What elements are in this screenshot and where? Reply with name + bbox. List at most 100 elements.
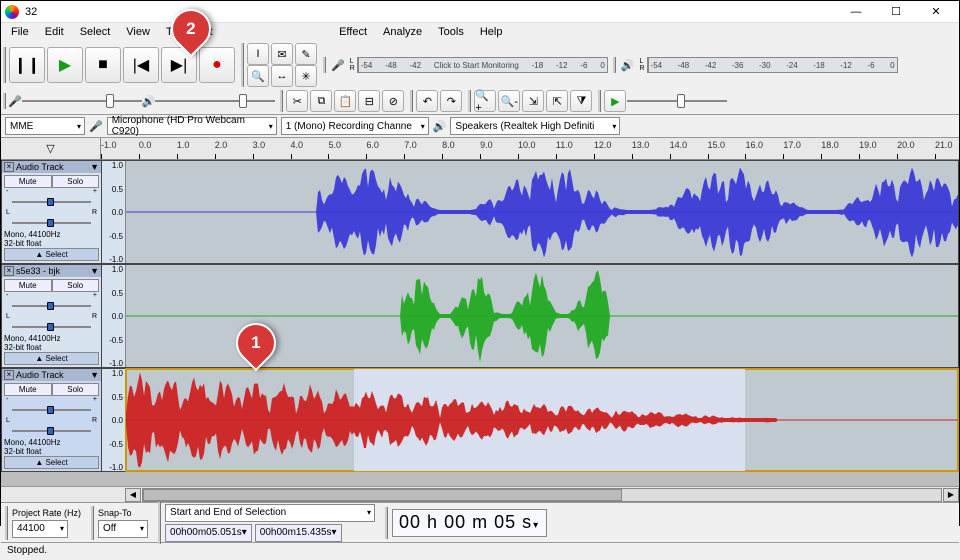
fit-project-button[interactable]: ⇱: [546, 90, 568, 112]
track-close-button[interactable]: ×: [4, 370, 14, 380]
vertical-scale[interactable]: 1.00.50.0-0.5-1.0: [102, 265, 126, 367]
waveform[interactable]: [126, 161, 958, 263]
paste-button[interactable]: 📋: [334, 90, 356, 112]
pan-slider[interactable]: [4, 323, 99, 331]
track-menu-dropdown-icon[interactable]: ▼: [90, 266, 99, 276]
trim-button[interactable]: ⊟: [358, 90, 380, 112]
record-button[interactable]: ●: [199, 47, 235, 83]
project-rate-group: Project Rate (Hz) 44100: [5, 506, 85, 540]
menu-help[interactable]: Help: [472, 24, 511, 40]
snap-to-group: Snap-To Off: [91, 506, 152, 540]
gain-slider[interactable]: [4, 406, 99, 414]
scroll-track[interactable]: [142, 488, 942, 502]
undo-button[interactable]: ↶: [416, 90, 438, 112]
menu-tools[interactable]: Tools: [430, 24, 472, 40]
selection-end-time[interactable]: 00h00m15.435s▾: [255, 524, 342, 542]
timeline-pin[interactable]: ▽: [1, 138, 101, 159]
timeline-tick: 16.0: [745, 140, 763, 150]
maximize-button[interactable]: ☐: [877, 2, 915, 22]
audio-position-time[interactable]: 00 h 00 m 05 s▾: [392, 509, 547, 537]
menu-view[interactable]: View: [118, 24, 158, 40]
playback-volume-slider[interactable]: [155, 93, 275, 109]
selection-toolbar: Project Rate (Hz) 44100 Snap-To Off Star…: [1, 502, 959, 542]
recording-channels-combo[interactable]: 1 (Mono) Recording Channe: [281, 117, 429, 135]
snap-to-combo[interactable]: Off: [98, 520, 148, 538]
draw-tool[interactable]: ✎: [295, 43, 317, 65]
track-select-button[interactable]: ▲ Select: [4, 456, 99, 469]
cut-button[interactable]: ✂: [286, 90, 308, 112]
solo-button[interactable]: Solo: [52, 383, 100, 396]
combo-value: Start and End of Selection: [170, 507, 286, 518]
fit-selection-button[interactable]: ⇲: [522, 90, 544, 112]
timeline[interactable]: ▽ -1.00.01.02.03.04.05.06.07.08.09.010.0…: [1, 138, 959, 160]
audio-host-combo[interactable]: MME: [5, 117, 85, 135]
menu-effect[interactable]: Effect: [331, 24, 375, 40]
zoom-toggle-button[interactable]: ⧩: [570, 90, 592, 112]
timeshift-tool[interactable]: ↔: [271, 65, 293, 87]
track-menu-dropdown-icon[interactable]: ▼: [90, 370, 99, 380]
track-close-button[interactable]: ×: [4, 266, 14, 276]
track-control-panel[interactable]: ×s5e33 - bjk▼MuteSolo-+LRMono, 44100Hz 3…: [2, 265, 102, 367]
envelope-tool[interactable]: ✉: [271, 43, 293, 65]
recording-device-combo[interactable]: Microphone (HD Pro Webcam C920): [107, 117, 277, 135]
selection-tool[interactable]: I: [247, 43, 269, 65]
play-button[interactable]: ▶: [47, 47, 83, 83]
playback-speed-slider[interactable]: [627, 93, 727, 109]
multi-tool[interactable]: ✳: [295, 65, 317, 87]
solo-button[interactable]: Solo: [52, 175, 100, 188]
timeline-tick: 7.0: [404, 140, 417, 150]
scroll-right-button[interactable]: ▶: [943, 488, 959, 502]
track-select-button[interactable]: ▲ Select: [4, 352, 99, 365]
recording-meter[interactable]: -54 -48 -42 Click to Start Monitoring -1…: [358, 57, 608, 73]
vertical-scale[interactable]: 1.00.50.0-0.5-1.0: [102, 161, 126, 263]
track-close-button[interactable]: ×: [4, 162, 14, 172]
close-button[interactable]: ✕: [917, 2, 955, 22]
zoom-out-button[interactable]: 🔍-: [498, 90, 520, 112]
timeline-tick: 10.0: [518, 140, 536, 150]
project-rate-combo[interactable]: 44100: [12, 520, 68, 538]
zoom-in-button[interactable]: 🔍+: [474, 90, 496, 112]
mute-button[interactable]: Mute: [4, 279, 52, 292]
stop-button[interactable]: ■: [85, 47, 121, 83]
playback-meter[interactable]: -54 -48 -42 -36 -30 -24 -18 -12 -6 0: [648, 57, 898, 73]
pause-button[interactable]: ❙❙: [9, 47, 45, 83]
solo-button[interactable]: Solo: [52, 279, 100, 292]
play-at-speed-button[interactable]: ▶: [604, 90, 626, 112]
audio-position-group: 00 h 00 m 05 s▾: [385, 507, 551, 539]
scroll-thumb[interactable]: [143, 489, 622, 501]
mute-button[interactable]: Mute: [4, 175, 52, 188]
pan-slider[interactable]: [4, 219, 99, 227]
zoom-tool[interactable]: 🔍: [247, 65, 269, 87]
skip-start-button[interactable]: |◀: [123, 47, 159, 83]
menu-file[interactable]: File: [3, 24, 37, 40]
device-toolbar: MME 🎤 Microphone (HD Pro Webcam C920) 1 …: [1, 115, 959, 138]
timeline-ruler[interactable]: -1.00.01.02.03.04.05.06.07.08.09.010.011…: [101, 138, 959, 159]
track-name: s5e33 - bjk: [16, 266, 60, 276]
timeline-tick: 17.0: [783, 140, 801, 150]
selection-start-time[interactable]: 00h00m05.051s▾: [165, 524, 252, 542]
silence-button[interactable]: ⊘: [382, 90, 404, 112]
vertical-scale[interactable]: 1.00.50.0-0.5-1.0: [102, 369, 126, 471]
redo-button[interactable]: ↷: [440, 90, 462, 112]
minimize-button[interactable]: —: [837, 2, 875, 22]
waveform[interactable]: [126, 369, 958, 471]
selection-mode-combo[interactable]: Start and End of Selection: [165, 504, 375, 522]
gain-slider[interactable]: [4, 302, 99, 310]
scroll-left-button[interactable]: ◀: [125, 488, 141, 502]
menu-edit[interactable]: Edit: [37, 24, 72, 40]
mute-button[interactable]: Mute: [4, 383, 52, 396]
recording-volume-slider[interactable]: [22, 93, 142, 109]
horizontal-scrollbar[interactable]: ◀ ▶: [1, 486, 959, 502]
track-control-panel[interactable]: ×Audio Track▼MuteSolo-+LRMono, 44100Hz 3…: [2, 369, 102, 471]
gain-slider[interactable]: [4, 198, 99, 206]
playback-device-combo[interactable]: Speakers (Realtek High Definiti: [450, 117, 620, 135]
track-menu-dropdown-icon[interactable]: ▼: [90, 162, 99, 172]
track-control-panel[interactable]: ×Audio Track▼MuteSolo-+LRMono, 44100Hz 3…: [2, 161, 102, 263]
pan-slider[interactable]: [4, 427, 99, 435]
track: ×s5e33 - bjk▼MuteSolo-+LRMono, 44100Hz 3…: [1, 264, 959, 368]
track-select-button[interactable]: ▲ Select: [4, 248, 99, 261]
menu-analyze[interactable]: Analyze: [375, 24, 430, 40]
copy-button[interactable]: ⧉: [310, 90, 332, 112]
mixer-toolbar: 🎤 🔊: [3, 93, 277, 109]
menu-select[interactable]: Select: [72, 24, 119, 40]
